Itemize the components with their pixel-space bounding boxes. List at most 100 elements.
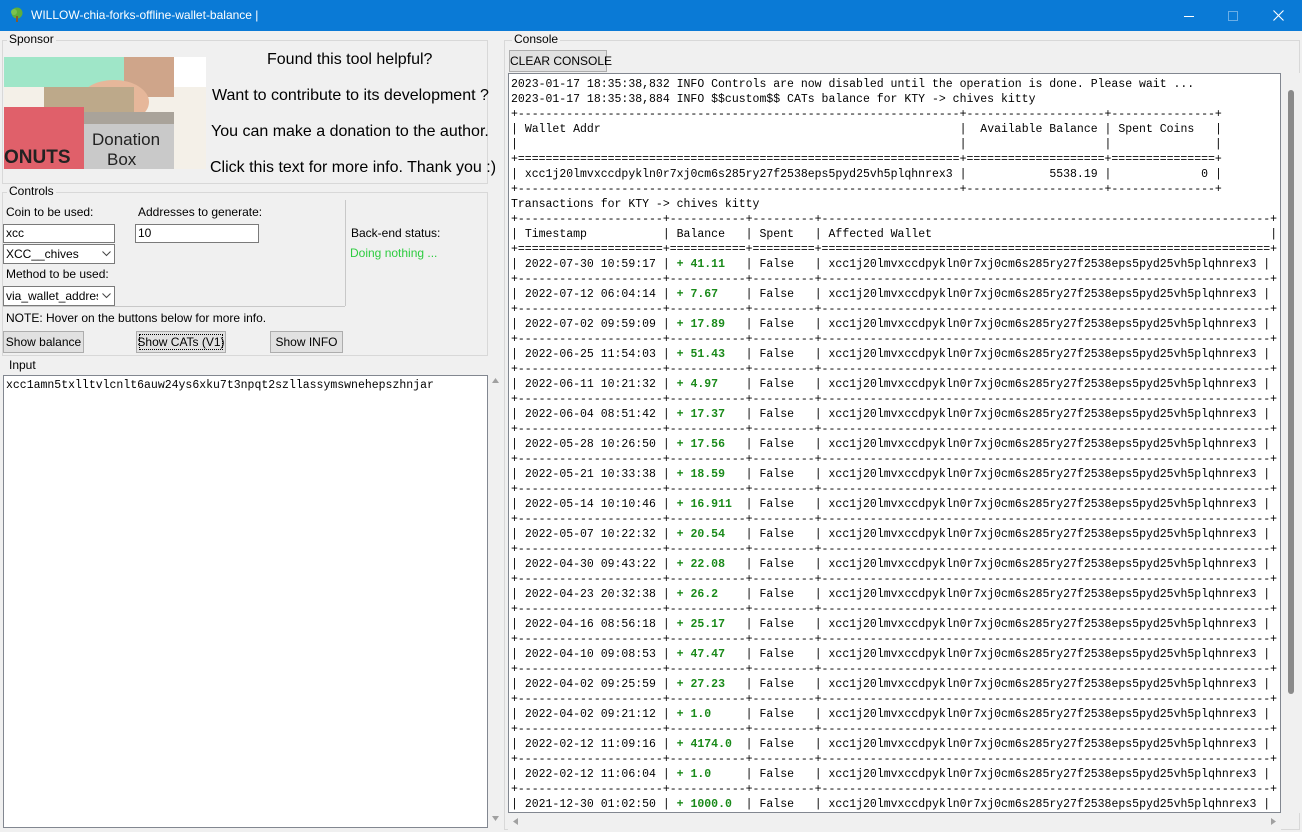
method-select-value: via_wallet_address bbox=[6, 289, 109, 303]
tx-border: +---------------------+-----------+-----… bbox=[511, 363, 1278, 376]
tx-spent: False bbox=[759, 708, 794, 721]
tx-row: | 2022-05-07 10:22:32 | + 20.54 | False … bbox=[511, 528, 1271, 541]
tx-border: +---------------------+-----------+-----… bbox=[511, 633, 1278, 646]
tx-timestamp: 2022-05-28 10:26:50 bbox=[524, 438, 656, 451]
summary-header-spent: Spent Coins bbox=[1118, 123, 1195, 136]
tx-timestamp: 2022-04-02 09:21:12 bbox=[524, 708, 656, 721]
tx-balance: + 20.54 bbox=[676, 528, 725, 541]
summary-header-balance: Available Balance bbox=[980, 123, 1098, 136]
sponsor-line-2[interactable]: Want to contribute to its development ? bbox=[212, 87, 489, 105]
show-balance-button[interactable]: Show balance bbox=[3, 331, 84, 353]
tx-row: | 2022-04-23 20:32:38 | + 26.2 | False |… bbox=[511, 588, 1271, 601]
tx-border: +---------------------+-----------+-----… bbox=[511, 543, 1278, 556]
tx-row: | 2022-06-25 11:54:03 | + 51.43 | False … bbox=[511, 348, 1271, 361]
controls-separator bbox=[3, 306, 345, 307]
close-button[interactable] bbox=[1255, 0, 1301, 31]
coin-select[interactable]: XCC__chives bbox=[3, 244, 115, 264]
tx-row: | 2022-04-16 08:56:18 | + 25.17 | False … bbox=[511, 618, 1271, 631]
tx-spent: False bbox=[759, 498, 794, 511]
scroll-right-icon[interactable] bbox=[1271, 818, 1276, 825]
tx-header-balance: Balance bbox=[676, 228, 725, 241]
tx-affected-wallet: xcc1j20lmvxccdpykln0r7xj0cm6s285ry27f253… bbox=[828, 738, 1257, 751]
console-log-line: 2023-01-17 18:35:38,884 INFO $$custom$$ … bbox=[511, 93, 1036, 106]
tx-timestamp: 2022-06-25 11:54:03 bbox=[524, 348, 656, 361]
minimize-button[interactable] bbox=[1166, 0, 1212, 31]
console-output[interactable]: 2023-01-17 18:35:38,832 INFO Controls ar… bbox=[508, 73, 1281, 813]
maximize-button[interactable] bbox=[1210, 0, 1256, 31]
tx-row: | 2022-06-11 10:21:32 | + 4.97 | False |… bbox=[511, 378, 1271, 391]
tx-timestamp: 2022-06-11 10:21:32 bbox=[524, 378, 656, 391]
tx-row: | 2022-07-30 10:59:17 | + 41.11 | False … bbox=[511, 258, 1271, 271]
donation-box-icon: Donation Box ONUTS bbox=[4, 57, 206, 169]
tx-timestamp: 2022-06-04 08:51:42 bbox=[524, 408, 656, 421]
tx-spent: False bbox=[759, 528, 794, 541]
donation-image-text-1: Donation bbox=[92, 130, 160, 149]
tx-timestamp: 2022-07-02 09:59:09 bbox=[524, 318, 656, 331]
scroll-down-icon[interactable] bbox=[492, 816, 499, 821]
summary-available-balance: 5538.19 bbox=[1049, 168, 1098, 181]
backend-status-label: Back-end status: bbox=[351, 226, 441, 240]
chevron-down-icon bbox=[98, 287, 114, 305]
clear-console-button[interactable]: CLEAR CONSOLE bbox=[509, 50, 612, 72]
tx-balance: + 17.37 bbox=[676, 408, 725, 421]
tx-row: | 2022-07-12 06:04:14 | + 7.67 | False |… bbox=[511, 288, 1271, 301]
show-cats-button[interactable]: Show CATs (V1) bbox=[136, 331, 226, 353]
coin-input[interactable]: xcc bbox=[3, 224, 115, 243]
controls-frame-label: Controls bbox=[7, 184, 56, 198]
tx-border: +---------------------+-----------+-----… bbox=[511, 723, 1278, 736]
tx-row: | 2022-04-02 09:25:59 | + 27.23 | False … bbox=[511, 678, 1271, 691]
tx-timestamp: 2021-12-30 01:02:50 bbox=[524, 798, 656, 811]
tx-balance: + 26.2 bbox=[676, 588, 719, 601]
tx-affected-wallet: xcc1j20lmvxccdpykln0r7xj0cm6s285ry27f253… bbox=[828, 588, 1257, 601]
tx-timestamp: 2022-04-23 20:32:38 bbox=[524, 588, 656, 601]
tx-border: +---------------------+-----------+-----… bbox=[511, 693, 1278, 706]
sponsor-frame-label: Sponsor bbox=[7, 32, 56, 46]
tx-affected-wallet: xcc1j20lmvxccdpykln0r7xj0cm6s285ry27f253… bbox=[828, 558, 1257, 571]
summary-spent-coins: 0 bbox=[1201, 168, 1209, 181]
addresses-label: Addresses to generate: bbox=[138, 205, 263, 219]
tx-border: +---------------------+-----------+-----… bbox=[511, 783, 1278, 796]
donation-image-text-2: Box bbox=[107, 150, 137, 169]
show-info-button[interactable]: Show INFO bbox=[270, 331, 343, 353]
tx-affected-wallet: xcc1j20lmvxccdpykln0r7xj0cm6s285ry27f253… bbox=[828, 438, 1257, 451]
tx-spent: False bbox=[759, 258, 794, 271]
tx-balance: + 7.67 bbox=[676, 288, 719, 301]
input-textarea[interactable]: xcc1amn5txlltvlcnlt6auw24ys6xku7t3npqt2s… bbox=[3, 375, 488, 828]
console-horizontal-scrollbar[interactable] bbox=[508, 813, 1281, 830]
tx-timestamp: 2022-04-10 09:08:53 bbox=[524, 648, 656, 661]
tx-row: | 2021-12-30 01:02:50 | + 1000.0 | False… bbox=[511, 798, 1271, 811]
sponsor-line-3[interactable]: You can make a donation to the author. bbox=[211, 123, 489, 141]
tx-border: +---------------------+-----------+-----… bbox=[511, 393, 1278, 406]
tx-row: | 2022-05-14 10:10:46 | + 16.911 | False… bbox=[511, 498, 1271, 511]
coin-select-value: XCC__chives bbox=[6, 247, 79, 261]
maximize-icon bbox=[1228, 10, 1238, 21]
scroll-left-icon[interactable] bbox=[513, 818, 518, 825]
tx-row: | 2022-07-02 09:59:09 | + 17.89 | False … bbox=[511, 318, 1271, 331]
console-scroll-thumb[interactable] bbox=[1288, 90, 1294, 694]
sponsor-line-1[interactable]: Found this tool helpful? bbox=[267, 51, 432, 69]
donation-image-text-0: ONUTS bbox=[4, 147, 71, 168]
backend-status-value: Doing nothing ... bbox=[350, 246, 438, 260]
method-select[interactable]: via_wallet_address bbox=[3, 286, 115, 306]
donation-box-image[interactable]: Donation Box ONUTS bbox=[4, 57, 206, 169]
scroll-up-icon[interactable] bbox=[492, 378, 499, 383]
tx-balance: + 17.56 bbox=[676, 438, 725, 451]
tx-border: +---------------------+-----------+-----… bbox=[511, 603, 1278, 616]
tree-icon bbox=[11, 7, 23, 22]
tx-affected-wallet: xcc1j20lmvxccdpykln0r7xj0cm6s285ry27f253… bbox=[828, 708, 1257, 721]
tx-header-spent: Spent bbox=[759, 228, 794, 241]
tx-border: +---------------------+-----------+-----… bbox=[511, 663, 1278, 676]
tx-balance: + 4174.0 bbox=[676, 738, 732, 751]
addresses-input[interactable]: 10 bbox=[135, 224, 259, 243]
tx-border: +---------------------+-----------+-----… bbox=[511, 273, 1278, 286]
tx-affected-wallet: xcc1j20lmvxccdpykln0r7xj0cm6s285ry27f253… bbox=[828, 798, 1257, 811]
tx-balance: + 1000.0 bbox=[676, 798, 732, 811]
tx-balance: + 1.0 bbox=[676, 708, 712, 721]
tx-row: | 2022-06-04 08:51:42 | + 17.37 | False … bbox=[511, 408, 1271, 421]
tx-timestamp: 2022-05-21 10:33:38 bbox=[524, 468, 656, 481]
input-scrollbar[interactable] bbox=[489, 375, 502, 828]
tx-affected-wallet: xcc1j20lmvxccdpykln0r7xj0cm6s285ry27f253… bbox=[828, 618, 1257, 631]
console-vertical-scrollbar[interactable] bbox=[1283, 73, 1300, 813]
tx-header-timestamp: Timestamp bbox=[524, 228, 587, 241]
sponsor-line-4[interactable]: Click this text for more info. Thank you… bbox=[210, 159, 496, 177]
